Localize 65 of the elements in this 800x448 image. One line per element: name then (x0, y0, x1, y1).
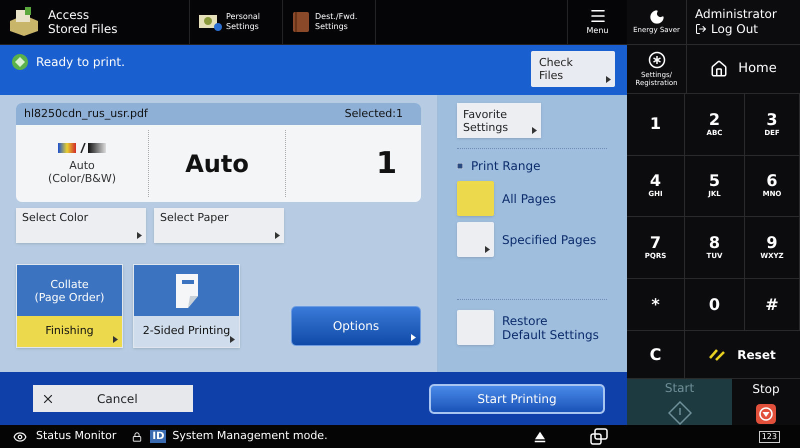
favorite-settings-button[interactable]: Favorite Settings (457, 103, 541, 138)
caret-icon (532, 127, 537, 134)
color-mode-value: Auto (Color/B&W) (48, 158, 116, 184)
keypad-key[interactable]: * (627, 278, 685, 332)
status-monitor-button[interactable]: Status Monitor (12, 428, 116, 445)
reset-slash-icon (709, 348, 726, 361)
header-shortcut-button[interactable]: Dest./Fwd. Settings (283, 0, 376, 44)
lock-icon (132, 432, 142, 442)
select-button[interactable]: Select Paper (154, 208, 284, 243)
check-files-button[interactable]: Check Files (531, 51, 615, 87)
caret-icon (137, 232, 142, 239)
log-out-button[interactable]: Log Out (695, 22, 777, 37)
range-option-button[interactable] (457, 222, 494, 257)
menu-icon (588, 7, 606, 25)
select-button[interactable]: Select Color (16, 208, 146, 243)
log-out-icon (695, 23, 707, 36)
home-icon (710, 60, 728, 78)
selected-count: Selected:1 (344, 106, 403, 122)
start-diamond-icon (668, 400, 692, 425)
caret-icon (275, 232, 280, 239)
restore-defaults-button[interactable] (457, 310, 494, 345)
book-icon (291, 11, 311, 33)
keypad-key[interactable]: # (745, 278, 800, 332)
settings-icon (648, 50, 666, 69)
header-shortcut-button[interactable]: Personal Settings (190, 0, 283, 44)
reset-button[interactable]: Reset (685, 331, 800, 378)
two-sided-page-icon (176, 274, 198, 308)
moon-icon (648, 8, 664, 25)
user-name: Administrator (695, 6, 777, 22)
settings-card-icon (198, 12, 222, 32)
color-mode-icon (58, 142, 106, 152)
options-button[interactable]: Options (291, 306, 421, 346)
restore-defaults-label: Restore Default Settings (502, 314, 599, 342)
keypad-key[interactable]: 1 (627, 94, 685, 156)
home-button[interactable]: Home (687, 44, 800, 94)
caret-icon (606, 76, 611, 83)
bullet-icon (457, 163, 463, 169)
print-range-label: Print Range (471, 158, 540, 175)
file-box-icon (8, 7, 40, 37)
range-option-button[interactable] (457, 181, 494, 216)
copies-value: 1 (376, 145, 397, 183)
eye-icon (12, 430, 28, 444)
caret-icon (485, 246, 490, 253)
caret-icon (230, 336, 235, 343)
keypad-toggle-button[interactable]: 123 (758, 430, 780, 442)
id-badge: ID (150, 430, 166, 443)
function-tile[interactable]: Collate (Page Order) Finishing (16, 264, 123, 348)
paper-value: Auto (185, 148, 249, 180)
range-option-label: All Pages (502, 190, 556, 208)
keypad-key[interactable]: 0 (685, 278, 745, 332)
clear-key[interactable]: C (627, 331, 685, 378)
function-tile[interactable]: 2-Sided Printing (133, 264, 240, 348)
caret-icon (113, 336, 118, 343)
ready-status-icon (12, 54, 28, 70)
cancel-button[interactable]: Cancel (33, 385, 193, 412)
stored-files-title[interactable]: Access Stored Files (48, 8, 118, 36)
status-message: Ready to print. (36, 54, 125, 71)
stop-icon (756, 404, 776, 424)
range-option-label: Specified Pages (502, 232, 596, 248)
file-name: hl8250cdn_rus_usr.pdf (24, 106, 148, 122)
caret-icon (411, 334, 416, 341)
login-mode-text: System Management mode. (172, 428, 328, 444)
overlapping-squares-icon[interactable] (588, 428, 609, 446)
start-printing-button[interactable]: Start Printing (429, 384, 605, 414)
stop-button[interactable]: Stop (732, 378, 800, 425)
